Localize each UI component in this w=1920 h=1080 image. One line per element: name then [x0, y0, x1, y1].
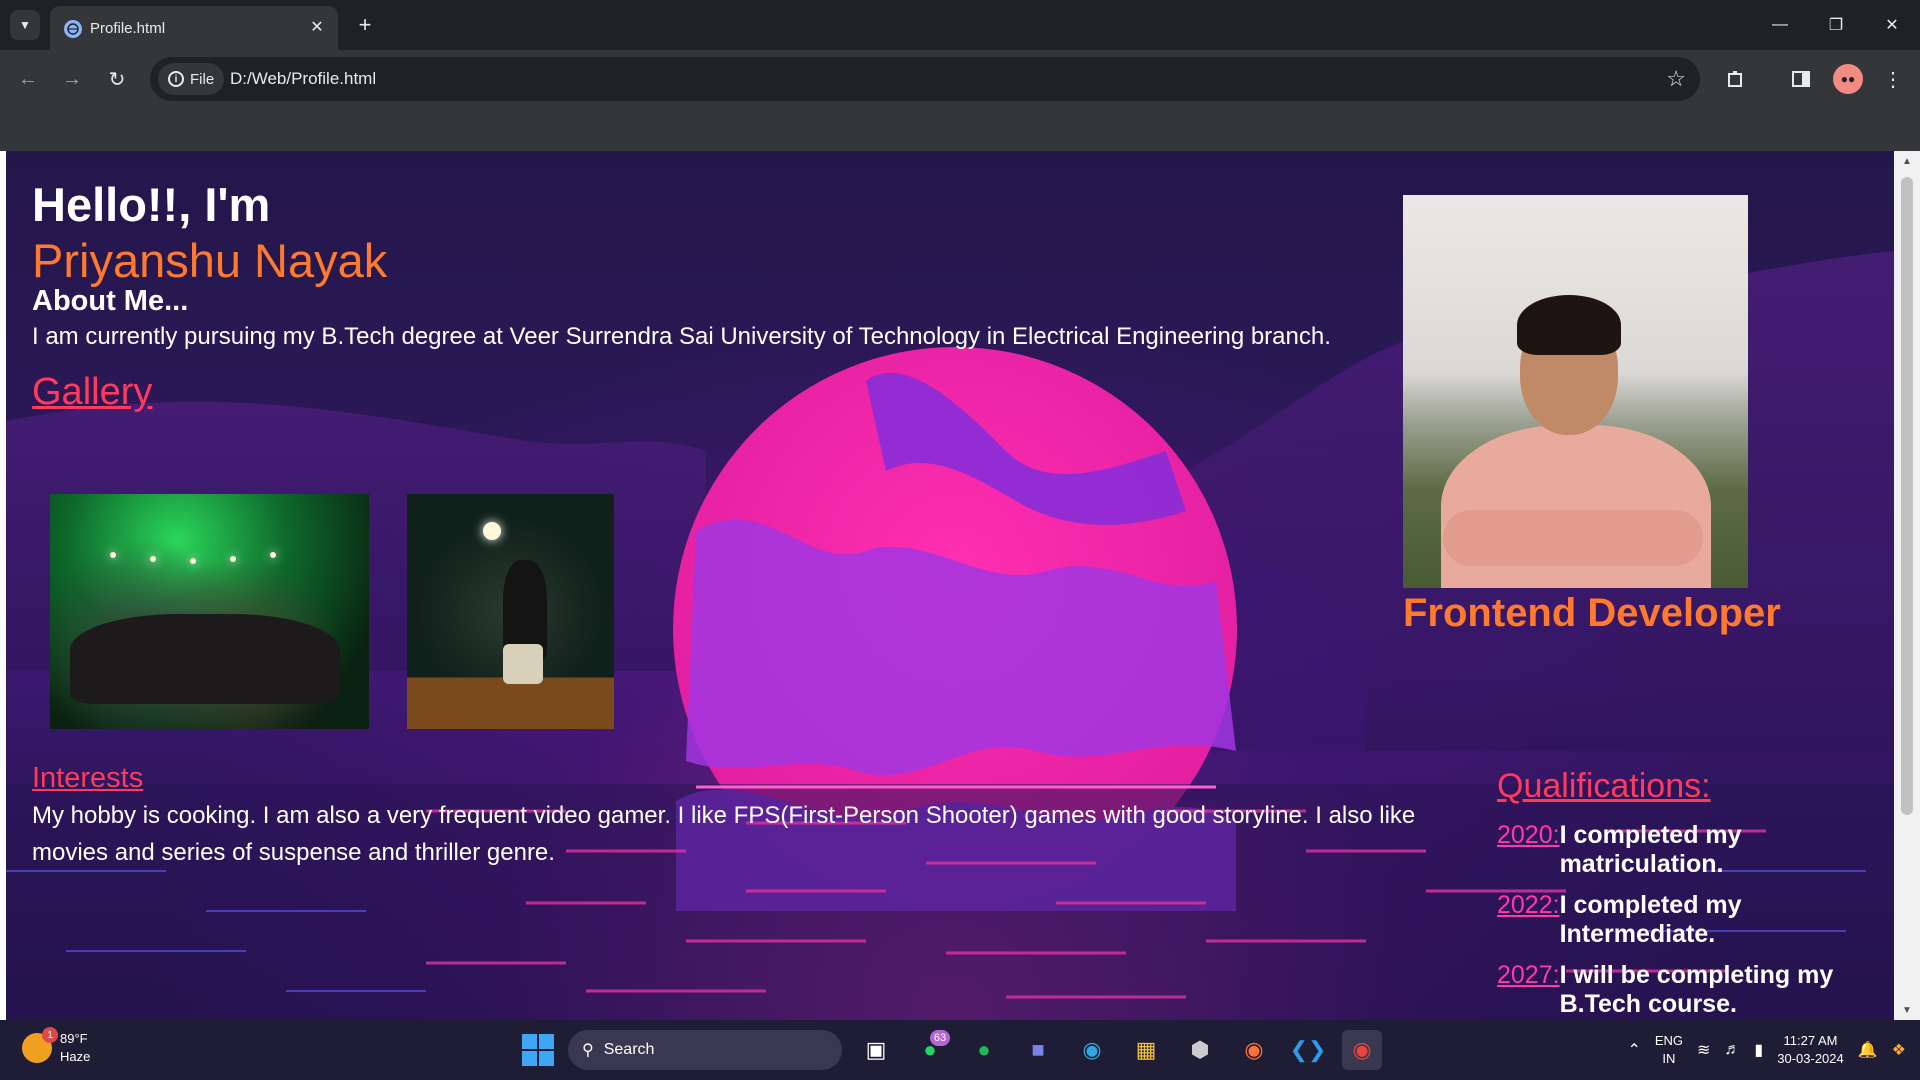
- edge-icon[interactable]: ◉: [1072, 1030, 1112, 1070]
- tab-profile[interactable]: Profile.html ✕: [50, 6, 338, 50]
- unity-icon[interactable]: ⬢: [1180, 1030, 1220, 1070]
- lang-bottom: IN: [1662, 1051, 1676, 1066]
- tab-title: Profile.html: [90, 20, 166, 37]
- window-close-icon[interactable]: ✕: [1864, 0, 1920, 50]
- qualification-text: I completed my Intermediate.: [1559, 891, 1742, 948]
- chevron-down-icon: ▼: [19, 18, 31, 32]
- clock[interactable]: 11:27 AM 30-03-2024: [1777, 1032, 1844, 1068]
- tab-search-button[interactable]: ▼: [10, 10, 40, 40]
- system-tray: ⌃ ENG IN ≋ ♬ ▮ 11:27 AM 30-03-2024 🔔 ❖: [1627, 1028, 1906, 1072]
- qualification-year-link[interactable]: 2022:: [1497, 891, 1560, 949]
- volume-icon[interactable]: ♬: [1724, 1041, 1740, 1059]
- globe-icon: [64, 20, 82, 38]
- qualification-text: I will be completing my B.Tech course.: [1559, 961, 1834, 1018]
- qualification-item: 2022: I completed my Intermediate.: [1497, 891, 1867, 949]
- qualification-text: I completed my matriculation.: [1559, 821, 1742, 878]
- search-icon: ⚲: [582, 1042, 594, 1059]
- scroll-down-icon[interactable]: ▼: [1894, 1000, 1920, 1020]
- browser-toolbar: ← → ↻ i File D:/Web/Profile.html ☆ ●● ⋮: [0, 50, 1920, 108]
- vscode-icon[interactable]: ❮❯: [1288, 1030, 1328, 1070]
- weather-condition: Haze: [60, 1049, 91, 1064]
- profile-photo: [1403, 195, 1748, 588]
- interests-text: My hobby is cooking. I am also a very fr…: [32, 802, 1416, 866]
- profile-page: Hello!!, I'm Priyanshu Nayak About Me...…: [6, 151, 1894, 1020]
- plus-icon[interactable]: +: [350, 10, 380, 40]
- greeting-heading: Hello!!, I'm: [32, 178, 271, 231]
- copilot-icon[interactable]: ❖: [1892, 1040, 1906, 1060]
- whatsapp-icon[interactable]: ● 63: [910, 1030, 950, 1070]
- window-controls: — ❐ ✕: [1752, 0, 1920, 50]
- chrome-icon[interactable]: ◉: [1342, 1030, 1382, 1070]
- scroll-thumb[interactable]: [1901, 177, 1913, 815]
- clock-date: 30-03-2024: [1777, 1051, 1844, 1066]
- interests-link[interactable]: Interests: [32, 762, 143, 795]
- gallery-photo-portrait: [407, 494, 614, 729]
- url-text: D:/Web/Profile.html: [230, 69, 377, 88]
- weather-widget[interactable]: 1 89°F Haze: [22, 1027, 91, 1066]
- gallery-photo-group: [50, 494, 369, 729]
- taskbar-search-label: Search: [603, 1041, 655, 1058]
- battery-icon[interactable]: ▮: [1754, 1040, 1763, 1060]
- about-heading: About Me...: [32, 285, 189, 317]
- restore-icon[interactable]: ❐: [1808, 0, 1864, 50]
- about-text: I am currently pursuing my B.Tech degree…: [32, 323, 1331, 350]
- teams-icon[interactable]: ■: [1018, 1030, 1058, 1070]
- reload-icon[interactable]: ↻: [101, 63, 133, 95]
- page-scrollbar[interactable]: ▲ ▼: [1894, 151, 1920, 1020]
- minimize-icon[interactable]: —: [1752, 0, 1808, 50]
- file-explorer-icon[interactable]: ▦: [1126, 1030, 1166, 1070]
- wifi-icon[interactable]: ≋: [1697, 1040, 1710, 1060]
- tab-strip: ▼ Profile.html ✕ + — ❐ ✕: [0, 0, 1920, 50]
- puzzle-icon[interactable]: [1720, 63, 1752, 95]
- qualification-year-link[interactable]: 2027:: [1497, 961, 1560, 1019]
- chevron-up-icon[interactable]: ⌃: [1627, 1040, 1640, 1060]
- taskbar-search[interactable]: ⚲ Search: [568, 1030, 842, 1070]
- profile-avatar[interactable]: ●●: [1833, 64, 1863, 94]
- taskbar-apps: ⚲ Search ▣ ● 63 ● ■ ◉ ▦ ⬢ ◉ ❮❯ ◉: [522, 1028, 1382, 1072]
- side-panel-icon[interactable]: [1785, 63, 1817, 95]
- notification-bell-icon[interactable]: 🔔: [1858, 1040, 1878, 1060]
- scroll-up-icon[interactable]: ▲: [1894, 151, 1920, 171]
- qualification-item: 2020: I completed my matriculation.: [1497, 821, 1867, 879]
- qualifications-link[interactable]: Qualifications:: [1497, 767, 1711, 806]
- avatar-face-icon: ●●: [1840, 72, 1856, 86]
- kebab-menu-icon[interactable]: ⋮: [1877, 63, 1909, 95]
- arrow-right-icon[interactable]: →: [56, 63, 88, 95]
- close-icon[interactable]: ✕: [304, 14, 330, 40]
- bookmark-bar: [0, 108, 1920, 151]
- gallery-link[interactable]: Gallery: [32, 371, 152, 414]
- weather-badge: 1: [42, 1027, 58, 1043]
- lang-top: ENG: [1654, 1033, 1684, 1048]
- language-indicator[interactable]: ENG IN: [1655, 1032, 1683, 1068]
- role-title: Frontend Developer: [1403, 591, 1781, 635]
- taskbar: 1 89°F Haze ⚲ Search ▣ ● 63 ● ■ ◉ ▦ ⬢ ◉ …: [0, 1020, 1920, 1080]
- address-bar[interactable]: i File D:/Web/Profile.html ☆: [150, 57, 1700, 101]
- weather-temp: 89°F: [60, 1031, 88, 1046]
- star-icon[interactable]: ☆: [1666, 66, 1686, 92]
- qualification-item: 2027: I will be completing my B.Tech cou…: [1497, 961, 1867, 1019]
- info-icon: i: [168, 71, 184, 87]
- spotify-icon[interactable]: ●: [964, 1030, 1004, 1070]
- page-viewport: Hello!!, I'm Priyanshu Nayak About Me...…: [0, 151, 1920, 1020]
- arrow-left-icon[interactable]: ←: [12, 63, 44, 95]
- whatsapp-badge: 63: [930, 1030, 950, 1046]
- weather-sun-icon: 1: [22, 1027, 58, 1063]
- qualification-year-link[interactable]: 2020:: [1497, 821, 1560, 879]
- task-view-icon[interactable]: ▣: [856, 1030, 896, 1070]
- clock-time: 11:27 AM: [1783, 1033, 1838, 1048]
- profile-name: Priyanshu Nayak: [32, 234, 388, 287]
- firefox-icon[interactable]: ◉: [1234, 1030, 1274, 1070]
- site-info-chip[interactable]: i File: [158, 63, 225, 95]
- site-chip-label: File: [190, 70, 215, 88]
- windows-start-icon[interactable]: [522, 1034, 554, 1066]
